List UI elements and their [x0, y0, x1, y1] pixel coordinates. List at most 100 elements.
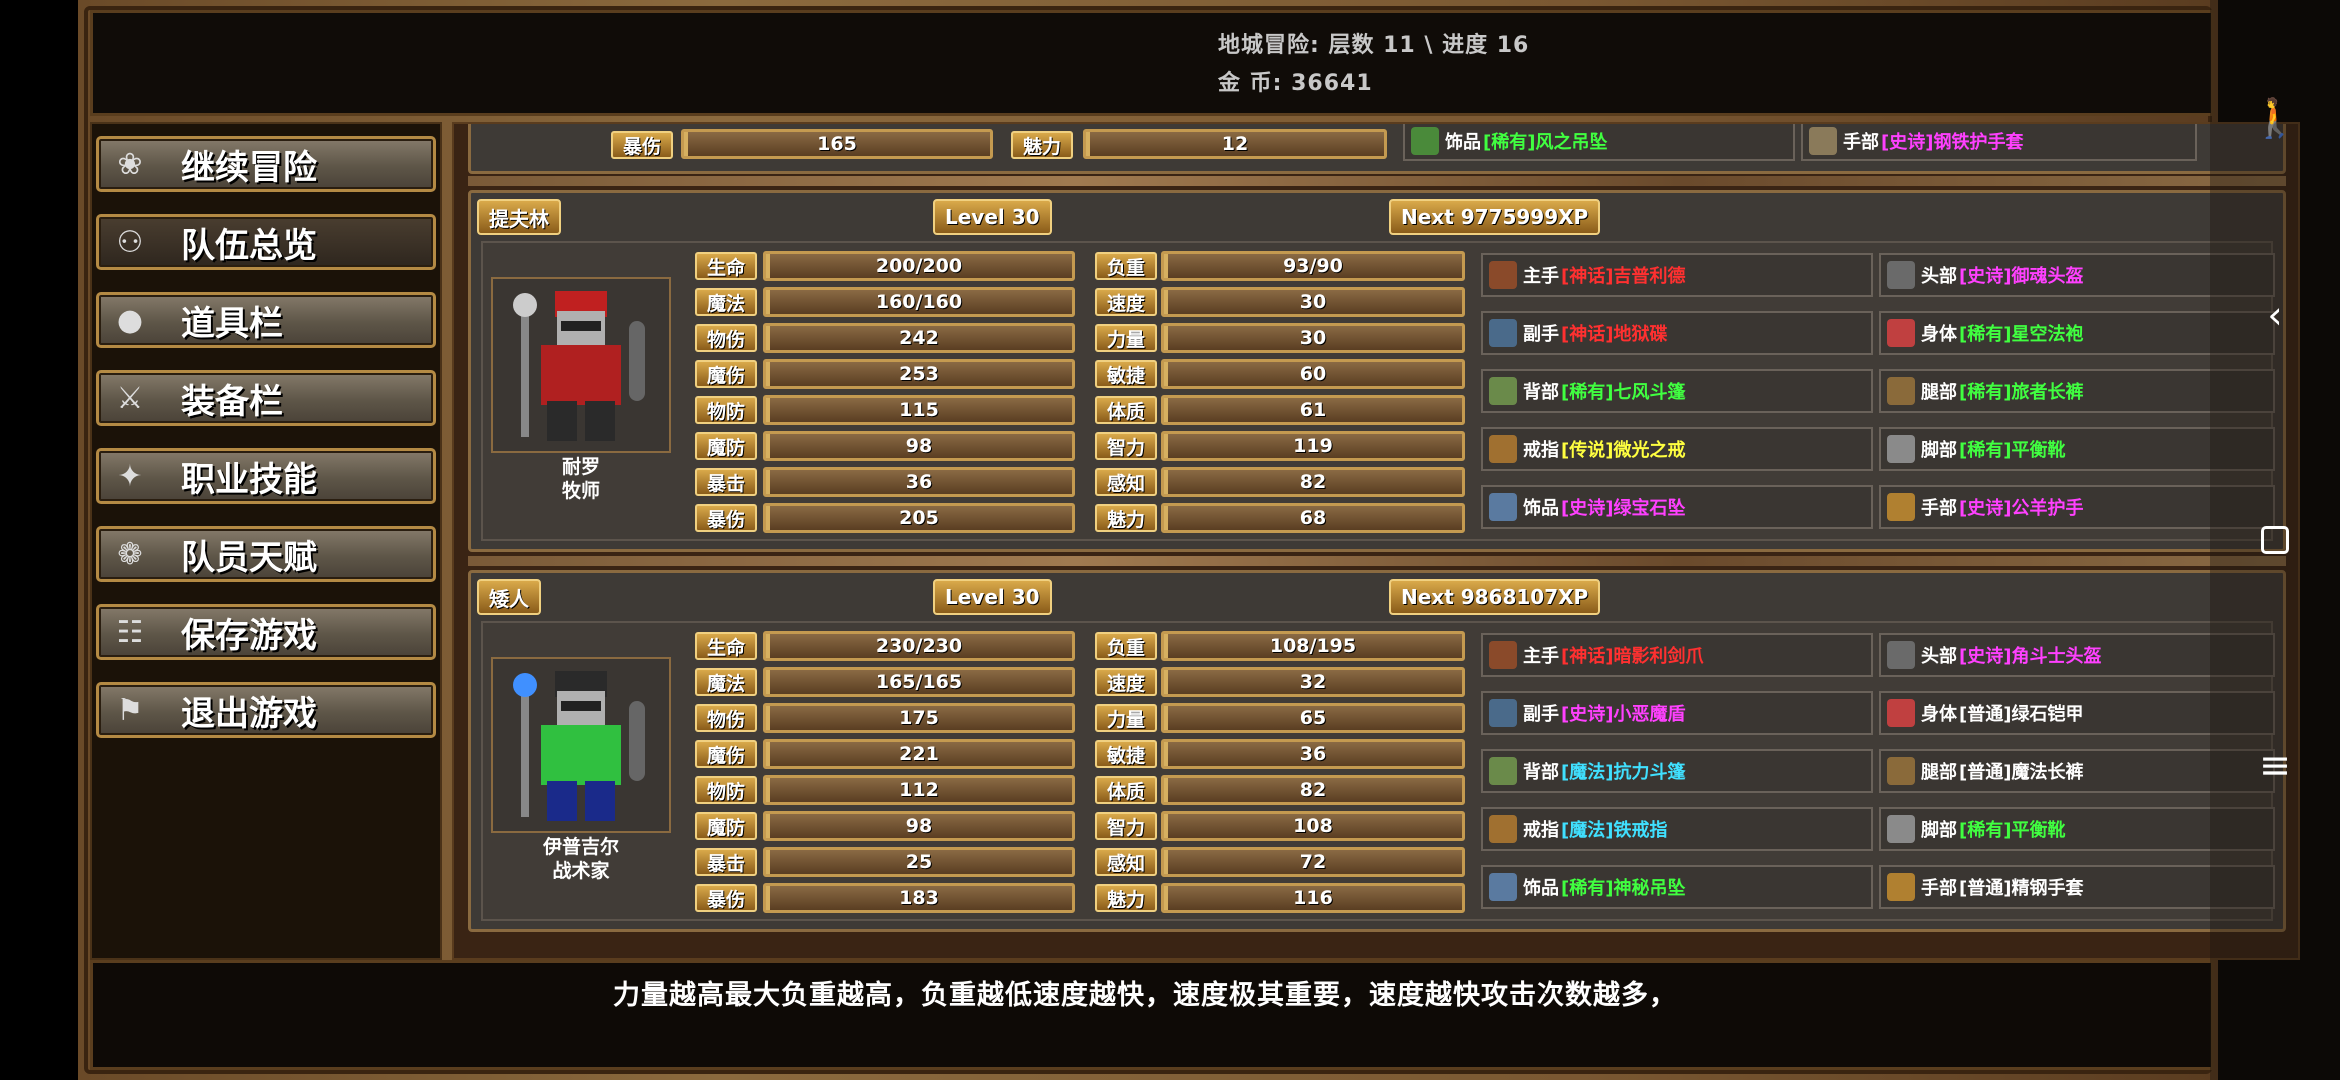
stat-value: 61 [1161, 395, 1465, 425]
character-portrait[interactable] [491, 277, 671, 453]
equip-item-icon [1489, 261, 1517, 289]
stat-label: 智力 [1095, 432, 1157, 460]
menu-label: 继续冒险 [181, 147, 317, 188]
stat-label: 魔防 [695, 432, 757, 460]
equipment-icon: ⚔ [116, 380, 144, 416]
dungeon-progress: 地城冒险: 层数 11 \ 进度 16 [1218, 33, 1530, 58]
menu-button-7[interactable]: ☷ 保存游戏 [96, 604, 436, 660]
stat-value: 165/165 [763, 667, 1075, 697]
menu-label: 退出游戏 [181, 693, 317, 734]
stat-label: 感知 [1095, 468, 1157, 496]
tip-text: 力量越高最大负重越高，负重越低速度越快，速度极其重要，速度越快攻击次数越多， [613, 980, 1677, 1011]
equip-slot[interactable]: 饰品 [史诗] 绿宝石坠 [1481, 485, 1873, 529]
gold-amount: 金 币: 36641 [1218, 71, 1373, 96]
menu-label: 装备栏 [181, 381, 283, 422]
stat-label: 敏捷 [1095, 360, 1157, 388]
stat-label: 物伤 [695, 704, 757, 732]
home-icon[interactable] [2245, 510, 2305, 570]
talent-icon: ❁ [117, 536, 143, 572]
stat-label: 魔法 [695, 668, 757, 696]
stat-label: 魔伤 [695, 360, 757, 388]
stat-value: 165 [681, 129, 993, 159]
stat-label: 物防 [695, 396, 757, 424]
race-tag: 提夫林 [477, 199, 561, 235]
stat-value: 98 [763, 811, 1075, 841]
stat-value: 116 [1161, 883, 1465, 913]
stat-value: 30 [1161, 287, 1465, 317]
equip-slot[interactable]: 主手 [神话] 吉普利德 [1481, 253, 1873, 297]
stat-value: 108/195 [1161, 631, 1465, 661]
menu-button-3[interactable]: ● 道具栏 [96, 292, 436, 348]
character-portrait[interactable] [491, 657, 671, 833]
stat-label: 魔法 [695, 288, 757, 316]
member-card: 矮人 Level 30 Next 9868107XP 伊普吉尔 战术家 生命 230/230… [468, 570, 2286, 932]
stat-label: 敏捷 [1095, 740, 1157, 768]
character-class: 战术家 [552, 860, 610, 882]
equip-item-icon [1489, 377, 1517, 405]
equip-slot[interactable]: 背部 [魔法] 抗力斗篷 [1481, 749, 1873, 793]
stat-value: 12 [1083, 129, 1387, 159]
stat-label: 生命 [695, 252, 757, 280]
equip-item-icon [1887, 377, 1915, 405]
menu-button-2[interactable]: ⚇ 队伍总览 [96, 214, 436, 270]
stat-value: 93/90 [1161, 251, 1465, 281]
character-name: 耐罗 [561, 456, 600, 478]
stat-label: 暴伤 [695, 884, 757, 912]
stat-value: 36 [763, 467, 1075, 497]
equip-slot[interactable]: 饰品 [稀有] 风之吊坠 [1403, 124, 1795, 161]
stat-label: 力量 [1095, 704, 1157, 732]
stat-label: 生命 [695, 632, 757, 660]
equip-item-icon [1887, 493, 1915, 521]
stat-label: 负重 [1095, 632, 1157, 660]
menu-label: 职业技能 [181, 459, 317, 500]
stat-value: 200/200 [763, 251, 1075, 281]
equip-slot[interactable]: 手部 [史诗] 钢铁护手套 [1801, 124, 2197, 161]
equip-item-icon [1887, 319, 1915, 347]
level-tag: Level 30 [933, 579, 1052, 615]
menu-button-4[interactable]: ⚔ 装备栏 [96, 370, 436, 426]
equip-slot[interactable]: 饰品 [稀有] 神秘吊坠 [1481, 865, 1873, 909]
top-status-bar: 地城冒险: 层数 11 \ 进度 16 金 币: 36641 [90, 10, 2214, 116]
stat-value: 60 [1161, 359, 1465, 389]
equip-item-icon [1887, 641, 1915, 669]
amulet-icon [1411, 127, 1439, 155]
accessibility-icon[interactable]: 🚶 [2245, 88, 2305, 148]
equip-item-icon [1489, 873, 1517, 901]
menu-button-6[interactable]: ❁ 队员天赋 [96, 526, 436, 582]
equip-item-icon [1489, 815, 1517, 843]
equip-slot[interactable]: 戒指 [魔法] 铁戒指 [1481, 807, 1873, 851]
member-card: 提夫林 Level 30 Next 9775999XP 耐罗 牧师 生命 200/200 负重… [468, 190, 2286, 552]
menu-button-5[interactable]: ✦ 职业技能 [96, 448, 436, 504]
recents-icon[interactable]: ≡ [2245, 735, 2305, 795]
stat-label: 感知 [1095, 848, 1157, 876]
stat-label: 体质 [1095, 396, 1157, 424]
stat-value: 205 [763, 503, 1075, 533]
menu-button-1[interactable]: ❀ 继续冒险 [96, 136, 436, 192]
gauntlet-icon [1809, 127, 1837, 155]
equip-item-icon [1887, 435, 1915, 463]
stat-label: 魅力 [1011, 131, 1073, 159]
equip-slot[interactable]: 副手 [神话] 地狱碟 [1481, 311, 1873, 355]
equip-item-icon [1489, 319, 1517, 347]
menu-button-8[interactable]: ⚑ 退出游戏 [96, 682, 436, 738]
next-xp-tag: Next 9868107XP [1389, 579, 1601, 615]
stat-value: 221 [763, 739, 1075, 769]
stat-label: 负重 [1095, 252, 1157, 280]
stat-label: 速度 [1095, 288, 1157, 316]
stat-value: 36 [1161, 739, 1465, 769]
stat-label: 物伤 [695, 324, 757, 352]
stat-value: 253 [763, 359, 1075, 389]
equip-slot[interactable]: 背部 [稀有] 七风斗篷 [1481, 369, 1873, 413]
stat-value: 82 [1161, 467, 1465, 497]
member-card-partial: 暴伤 165 魅力 12 饰品 [稀有] 风之吊坠 手部 [史诗] 钢铁护手套 [468, 124, 2286, 174]
stat-value: 65 [1161, 703, 1465, 733]
equip-slot[interactable]: 戒指 [传说] 微光之戒 [1481, 427, 1873, 471]
stat-value: 175 [763, 703, 1075, 733]
equip-slot[interactable]: 副手 [史诗] 小恶魔盾 [1481, 691, 1873, 735]
equip-item-icon [1489, 641, 1517, 669]
stat-label: 暴击 [695, 848, 757, 876]
equip-slot[interactable]: 主手 [神话] 暗影利剑爪 [1481, 633, 1873, 677]
equip-item-icon [1887, 757, 1915, 785]
stat-value: 72 [1161, 847, 1465, 877]
back-icon[interactable]: ‹ [2245, 285, 2305, 345]
